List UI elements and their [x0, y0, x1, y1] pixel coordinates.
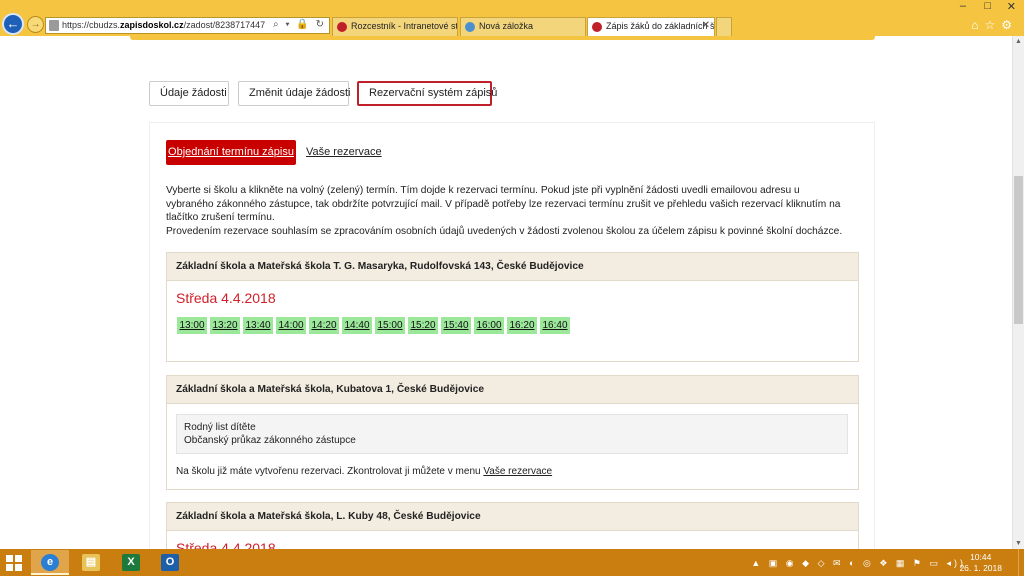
time-slot[interactable]: 13:20	[210, 317, 240, 334]
outlook-icon: O	[161, 554, 179, 571]
taskbar-excel[interactable]: X	[112, 550, 150, 575]
clock-date: 26. 1. 2018	[959, 563, 1002, 573]
back-button[interactable]: ←	[2, 13, 24, 35]
instructions: Vyberte si školu a klikněte na volný (ze…	[166, 184, 846, 239]
time-slot[interactable]: 15:00	[375, 317, 405, 334]
instructions-text: Vyberte si školu a klikněte na volný (ze…	[166, 185, 841, 224]
tab-zmenit-udaje[interactable]: Změnit údaje žádosti	[238, 81, 351, 106]
consent-text: Provedením rezervace souhlasím se zpraco…	[166, 226, 843, 238]
address-tools[interactable]: ⌕ ▾ 🔒 ↻	[273, 19, 326, 30]
tab-favicon-icon	[337, 22, 347, 32]
scroll-thumb[interactable]	[1014, 176, 1023, 324]
page-scrollbar[interactable]: ▲ ▼	[1012, 36, 1024, 549]
tab-udaje-zadosti[interactable]: Údaje žádosti	[149, 81, 229, 106]
required-documents: Rodný list dítěte Občanský průkaz zákonn…	[176, 414, 848, 454]
show-desktop-button[interactable]	[1018, 549, 1024, 576]
forward-button[interactable]: →	[27, 16, 44, 33]
taskbar: e ▤ X O ▲ ▣ ◉ ◆ ◇ ✉ ◐ ◎ ❖ ▦ ⚑ ▭ ◂)) 10:4…	[0, 549, 1024, 576]
system-tray-icons[interactable]: ▲ ▣ ◉ ◆ ◇ ✉ ◐ ◎ ❖ ▦ ⚑ ▭ ◂))	[751, 558, 966, 569]
header-strip	[130, 36, 875, 40]
document-item: Občanský průkaz zákonného zástupce	[184, 435, 356, 446]
folder-icon: ▤	[82, 554, 100, 571]
address-bar[interactable]: https://cbudzs.zapisdoskol.cz/zadost/823…	[45, 17, 330, 34]
time-slot[interactable]: 14:00	[276, 317, 306, 334]
time-slot[interactable]: 13:00	[177, 317, 207, 334]
settings-gear-icon[interactable]: ⚙	[1001, 18, 1018, 32]
school-name: Základní škola a Mateřská škola T. G. Ma…	[167, 253, 858, 281]
browser-tab-rozcestnik[interactable]: Rozcestník - Intranetové stránk...	[332, 17, 458, 36]
taskbar-internet-explorer[interactable]: e	[31, 550, 69, 575]
start-windows-icon[interactable]	[6, 555, 22, 571]
browser-tab-nova-zalozka[interactable]: Nová záložka	[460, 17, 586, 36]
scroll-down-icon[interactable]: ▼	[1015, 540, 1022, 547]
your-reservations-inline-link[interactable]: Vaše rezervace	[483, 466, 552, 477]
school-card: Základní škola a Mateřská škola T. G. Ma…	[166, 252, 859, 362]
time-slot[interactable]: 16:40	[540, 317, 570, 334]
new-tab-button[interactable]	[716, 17, 732, 36]
clock[interactable]: 10:44 26. 1. 2018	[959, 552, 1002, 574]
excel-icon: X	[122, 554, 140, 571]
close-window-button[interactable]: ✕	[1007, 0, 1016, 13]
home-icon[interactable]: ⌂	[971, 18, 984, 32]
favorites-star-icon[interactable]: ☆	[984, 18, 1001, 32]
time-slot[interactable]: 14:20	[309, 317, 339, 334]
minimize-button[interactable]: –	[960, 0, 966, 12]
clock-time: 10:44	[970, 552, 992, 562]
tab-favicon-icon	[592, 22, 602, 32]
browser-chrome: ← → https://cbudzs.zapisdoskol.cz/zadost…	[0, 0, 1024, 36]
internet-explorer-icon: e	[41, 554, 59, 571]
existing-reservation-note: Na školu již máte vytvořenu rezervaci. Z…	[176, 466, 553, 477]
school-name: Základní škola a Mateřská škola, L. Kuby…	[167, 503, 858, 531]
your-reservations-link[interactable]: Vaše rezervace	[306, 146, 382, 158]
school-card: Základní škola a Mateřská škola, Kubatov…	[166, 375, 859, 490]
taskbar-outlook[interactable]: O	[151, 550, 189, 575]
address-url: https://cbudzs.zapisdoskol.cz/zadost/823…	[62, 20, 266, 30]
time-slot[interactable]: 16:20	[507, 317, 537, 334]
book-term-button[interactable]: Objednání termínu zápisu	[166, 140, 296, 165]
time-slot[interactable]: 15:20	[408, 317, 438, 334]
toolbar-icons: ⌂☆⚙	[971, 18, 1018, 32]
day-heading: Středa 4.4.2018	[176, 290, 276, 306]
maximize-button[interactable]: □	[984, 0, 991, 12]
page-icon	[49, 20, 59, 31]
time-slot[interactable]: 15:40	[441, 317, 471, 334]
time-slot[interactable]: 14:40	[342, 317, 372, 334]
time-slot[interactable]: 16:00	[474, 317, 504, 334]
time-slot[interactable]: 13:40	[243, 317, 273, 334]
taskbar-file-explorer[interactable]: ▤	[72, 550, 110, 575]
tab-favicon-icon	[465, 22, 475, 32]
school-name: Základní škola a Mateřská škola, Kubatov…	[167, 376, 858, 404]
scroll-up-icon[interactable]: ▲	[1015, 38, 1022, 45]
tab-close-icon[interactable]: ✕	[702, 20, 710, 31]
document-item: Rodný list dítěte	[184, 422, 256, 433]
browser-tab-zapis[interactable]: Zápis žáků do základních šk... ✕	[587, 17, 715, 36]
tab-rezervacni-system[interactable]: Rezervační systém zápisů	[357, 81, 497, 106]
